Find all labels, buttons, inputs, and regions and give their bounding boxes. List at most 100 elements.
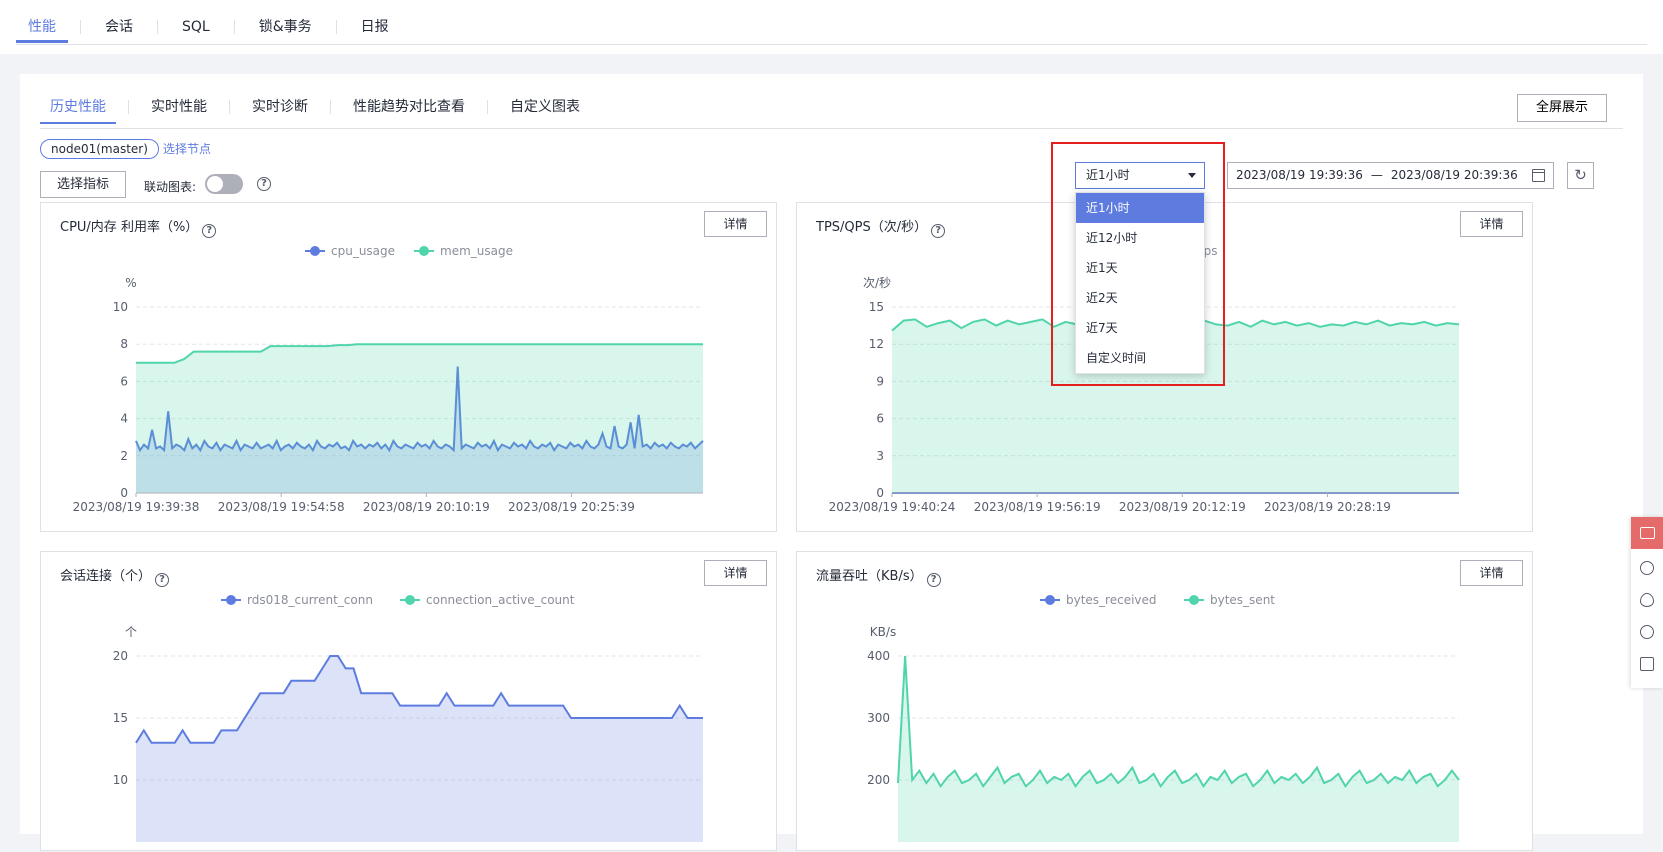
legend-marker (310, 246, 320, 256)
refresh-button[interactable]: ↻ (1567, 162, 1594, 189)
tab-trend-comparison[interactable]: 性能趋势对比查看 (343, 94, 475, 120)
legend-label: cpu_usage (331, 244, 395, 258)
x-tick-label: 2023/08/19 19:56:19 (974, 500, 1101, 514)
legend-label: bytes_received (1066, 593, 1157, 607)
select-metrics-button[interactable]: 选择指标 (40, 171, 126, 198)
range-option-1d[interactable]: 近1天 (1076, 253, 1204, 283)
fullscreen-button[interactable]: 全屏展示 (1517, 94, 1607, 122)
tab-history-performance[interactable]: 历史性能 (40, 94, 116, 124)
x-tick-label: 2023/08/19 20:28:19 (1264, 500, 1391, 514)
node-tag[interactable]: node01(master) (40, 139, 159, 159)
date-range-picker[interactable]: 2023/08/19 19:39:36 — 2023/08/19 20:39:36 (1227, 162, 1554, 189)
range-option-12h[interactable]: 近12小时 (1076, 223, 1204, 253)
y-tick-label: 6 (876, 412, 884, 426)
top-tabs-underline (16, 44, 1647, 45)
y-tick-label: 12 (869, 337, 884, 351)
tab-custom-charts[interactable]: 自定义图表 (500, 94, 590, 120)
session-conn-chart-panel: 会话连接（个）? 详情 rds018_current_conn connectio… (40, 551, 777, 851)
date-end: 2023/08/19 20:39:36 (1390, 168, 1518, 182)
throughput-chart: bytes_received bytes_sent KB/s 200 300 400 (867, 593, 1460, 842)
y-tick-label: 4 (120, 412, 128, 426)
cpu-mem-chart-panel: CPU/内存 利用率（%）? 详情 cpu_usage mem_usage% 0 2 4… (40, 202, 777, 532)
tab-realtime-performance[interactable]: 实时性能 (141, 94, 217, 120)
y-tick-label: 9 (876, 374, 884, 388)
y-tick-label: 3 (876, 449, 884, 463)
calendar-icon[interactable] (1532, 169, 1545, 182)
y-tick-label: 200 (867, 773, 890, 787)
sub-tabs-underline (40, 128, 1623, 129)
tab-divider (233, 20, 235, 34)
legend-marker (1045, 595, 1055, 605)
y-tick-label: 400 (867, 649, 890, 663)
series-area (136, 344, 703, 493)
sub-tabs: 历史性能 实时性能 实时诊断 性能趋势对比查看 自定义图表 (40, 94, 590, 124)
select-node-link[interactable]: 选择节点 (163, 140, 211, 158)
x-tick-label: 2023/08/19 19:40:24 (829, 500, 956, 514)
range-option-2d[interactable]: 近2天 (1076, 283, 1204, 313)
date-separator: — (1370, 168, 1383, 182)
tab-sql[interactable]: SQL (170, 0, 222, 44)
y-tick-label: 15 (869, 300, 884, 314)
y-tick-label: 10 (113, 773, 128, 787)
checklist-icon[interactable] (1640, 657, 1654, 671)
tab-locks-transactions[interactable]: 锁&事务 (247, 0, 324, 44)
tab-divider (487, 100, 488, 114)
cpu-mem-chart: cpu_usage mem_usage% 0 2 4 6 8 10 2023/08/19 19:… (73, 244, 704, 514)
floating-toolbar (1631, 517, 1663, 688)
range-option-custom[interactable]: 自定义时间 (1076, 343, 1204, 373)
y-axis-unit: 个 (125, 625, 137, 639)
series-area (898, 656, 1459, 842)
eye-icon[interactable] (1640, 593, 1654, 607)
tab-sessions[interactable]: 会话 (93, 0, 145, 44)
x-tick-label: 2023/08/19 20:10:19 (363, 500, 490, 514)
tab-divider (157, 20, 158, 34)
top-tab-bar: 性能 会话 SQL 锁&事务 日报 (0, 0, 1663, 54)
y-tick-label: 10 (113, 300, 128, 314)
y-axis-unit: % (125, 276, 136, 290)
legend-label: rds018_current_conn (247, 593, 373, 607)
y-tick-label: 0 (876, 486, 884, 500)
x-tick-label: 2023/08/19 19:39:38 (73, 500, 200, 514)
range-option-1h[interactable]: 近1小时 (1076, 193, 1204, 223)
feedback-icon[interactable] (1631, 517, 1663, 549)
tab-divider (128, 100, 129, 114)
caret-down-icon (1188, 173, 1196, 178)
question-icon[interactable] (1640, 625, 1654, 639)
tab-divider (80, 20, 81, 34)
y-tick-label: 8 (120, 337, 128, 351)
tab-divider (330, 100, 331, 114)
tab-performance[interactable]: 性能 (16, 0, 68, 44)
time-range-select[interactable]: 近1小时 (1075, 162, 1205, 189)
legend-marker (226, 595, 236, 605)
series-line (897, 655, 1460, 789)
throughput-chart-panel: 流量吞吐（KB/s）? 详情 bytes_received bytes_sent K… (796, 551, 1533, 851)
tab-realtime-diagnosis[interactable]: 实时诊断 (242, 94, 318, 120)
y-axis-unit: 次/秒 (863, 276, 891, 290)
legend-label: connection_active_count (426, 593, 575, 607)
tab-divider (229, 100, 230, 114)
x-tick-label: 2023/08/19 19:54:58 (218, 500, 345, 514)
x-tick-label: 2023/08/19 20:12:19 (1119, 500, 1246, 514)
y-tick-label: 300 (867, 711, 890, 725)
link-charts-label: 联动图表: (144, 180, 197, 194)
session-conn-chart: rds018_current_conn connection_active_cou… (113, 593, 703, 842)
y-tick-label: 2 (120, 449, 128, 463)
date-start: 2023/08/19 19:39:36 (1236, 168, 1363, 182)
legend-marker (419, 246, 429, 256)
y-axis-unit: KB/s (870, 625, 896, 639)
smile-icon[interactable] (1640, 561, 1654, 575)
legend-marker (1189, 595, 1199, 605)
y-tick-label: 6 (120, 374, 128, 388)
range-option-7d[interactable]: 近7天 (1076, 313, 1204, 343)
y-tick-label: 20 (113, 649, 128, 663)
tab-divider (335, 20, 337, 34)
x-tick-label: 2023/08/19 20:25:39 (508, 500, 635, 514)
tab-daily-report[interactable]: 日报 (349, 0, 401, 44)
y-tick-label: 15 (113, 711, 128, 725)
legend-marker (405, 595, 415, 605)
help-icon[interactable]: ? (257, 177, 271, 191)
time-range-dropdown: 近1小时 近12小时 近1天 近2天 近7天 自定义时间 (1075, 192, 1205, 374)
link-charts-toggle[interactable] (205, 174, 243, 194)
refresh-icon: ↻ (1574, 166, 1587, 184)
y-tick-label: 0 (120, 486, 128, 500)
